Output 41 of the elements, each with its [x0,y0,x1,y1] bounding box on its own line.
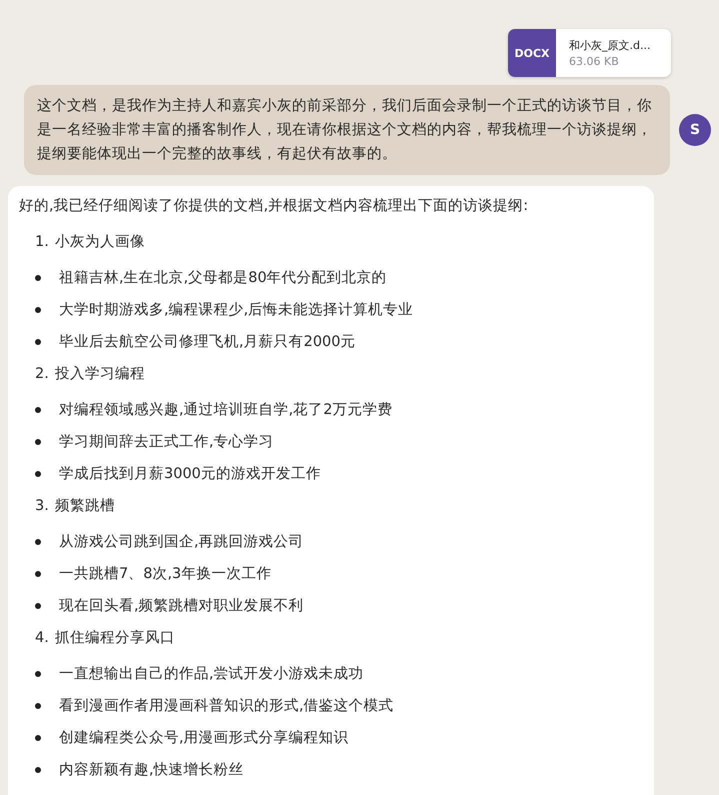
bullet-text: 祖籍吉林,生在北京,父母都是80年代分配到北京的 [59,268,387,288]
bullet-icon [35,671,41,677]
bullet-icon [35,735,41,741]
bullet-icon [35,407,41,413]
bullet-text: 学习期间辞去正式工作,专心学习 [59,432,274,452]
list-number: 2. [35,365,49,384]
list-number: 4. [35,629,49,648]
bullet-text: 看到漫画作者用漫画科普知识的形式,借鉴这个模式 [59,696,394,716]
bullet-text: 从游戏公司跳到国企,再跳回游戏公司 [59,533,304,552]
file-type-label: DOCX [508,29,556,77]
bullet-text: 对编程领域感兴趣,通过培训班自学,花了2万元学费 [59,400,392,420]
bullet-text: 现在回头看,频繁跳槽对职业发展不利 [59,597,304,616]
bullet-icon [35,539,41,545]
bullet-icon [35,339,41,345]
bullet-icon [35,471,41,477]
file-size: 63.06 KB [569,55,620,68]
user-message: 这个文档，是我作为主持人和嘉宾小灰的前采部分，我们后面会录制一个正式的访谈节目，你是一名经验非常丰富的播客制作人，现在请你根据这个文档的内容，帮我梳理一个访谈提纲，提纲要能体现出一个完整的故事线，有起伏有故事的。 [24,85,670,175]
bullet-icon [35,703,41,709]
section-title: 小灰为人画像 [54,233,145,252]
bullet-text: 一直想输出自己的作品,尝试开发小游戏未成功 [59,665,364,684]
file-name: 和小灰_原文.d... [569,38,650,53]
section-title: 频繁跳槽 [54,497,115,516]
bullet-text: 学成后找到月薪3000元的游戏开发工作 [59,465,321,484]
bullet-icon [35,307,41,313]
section-title: 抓住编程分享风口 [54,628,175,648]
bullet-icon [35,767,41,773]
bullet-text: 毕业后去航空公司修理飞机,月薪只有2000元 [59,333,356,352]
bullet-text: 创建编程类公众号,用漫画形式分享编程知识 [59,728,349,748]
bullet-text: 大学时期游戏多,编程课程少,后悔未能选择计算机专业 [59,301,414,320]
bullet-icon [35,603,41,609]
reply-intro: 好的,我已经仔细阅读了你提供的文档,并根据文档内容梳理出下面的访谈提纲: [19,196,530,216]
user-avatar: S [679,114,711,146]
bullet-text: 一共跳槽7、8次,3年换一次工作 [59,565,272,584]
list-number: 3. [35,497,49,516]
file-attachment[interactable]: DOCX 和小灰_原文.d... 63.06 KB [508,29,671,77]
bullet-icon [35,571,41,577]
section-title: 投入学习编程 [54,365,145,384]
list-number: 1. [35,233,49,252]
bullet-icon [35,439,41,445]
bullet-text: 内容新颖有趣,快速增长粉丝 [59,760,244,780]
bullet-icon [35,275,41,281]
